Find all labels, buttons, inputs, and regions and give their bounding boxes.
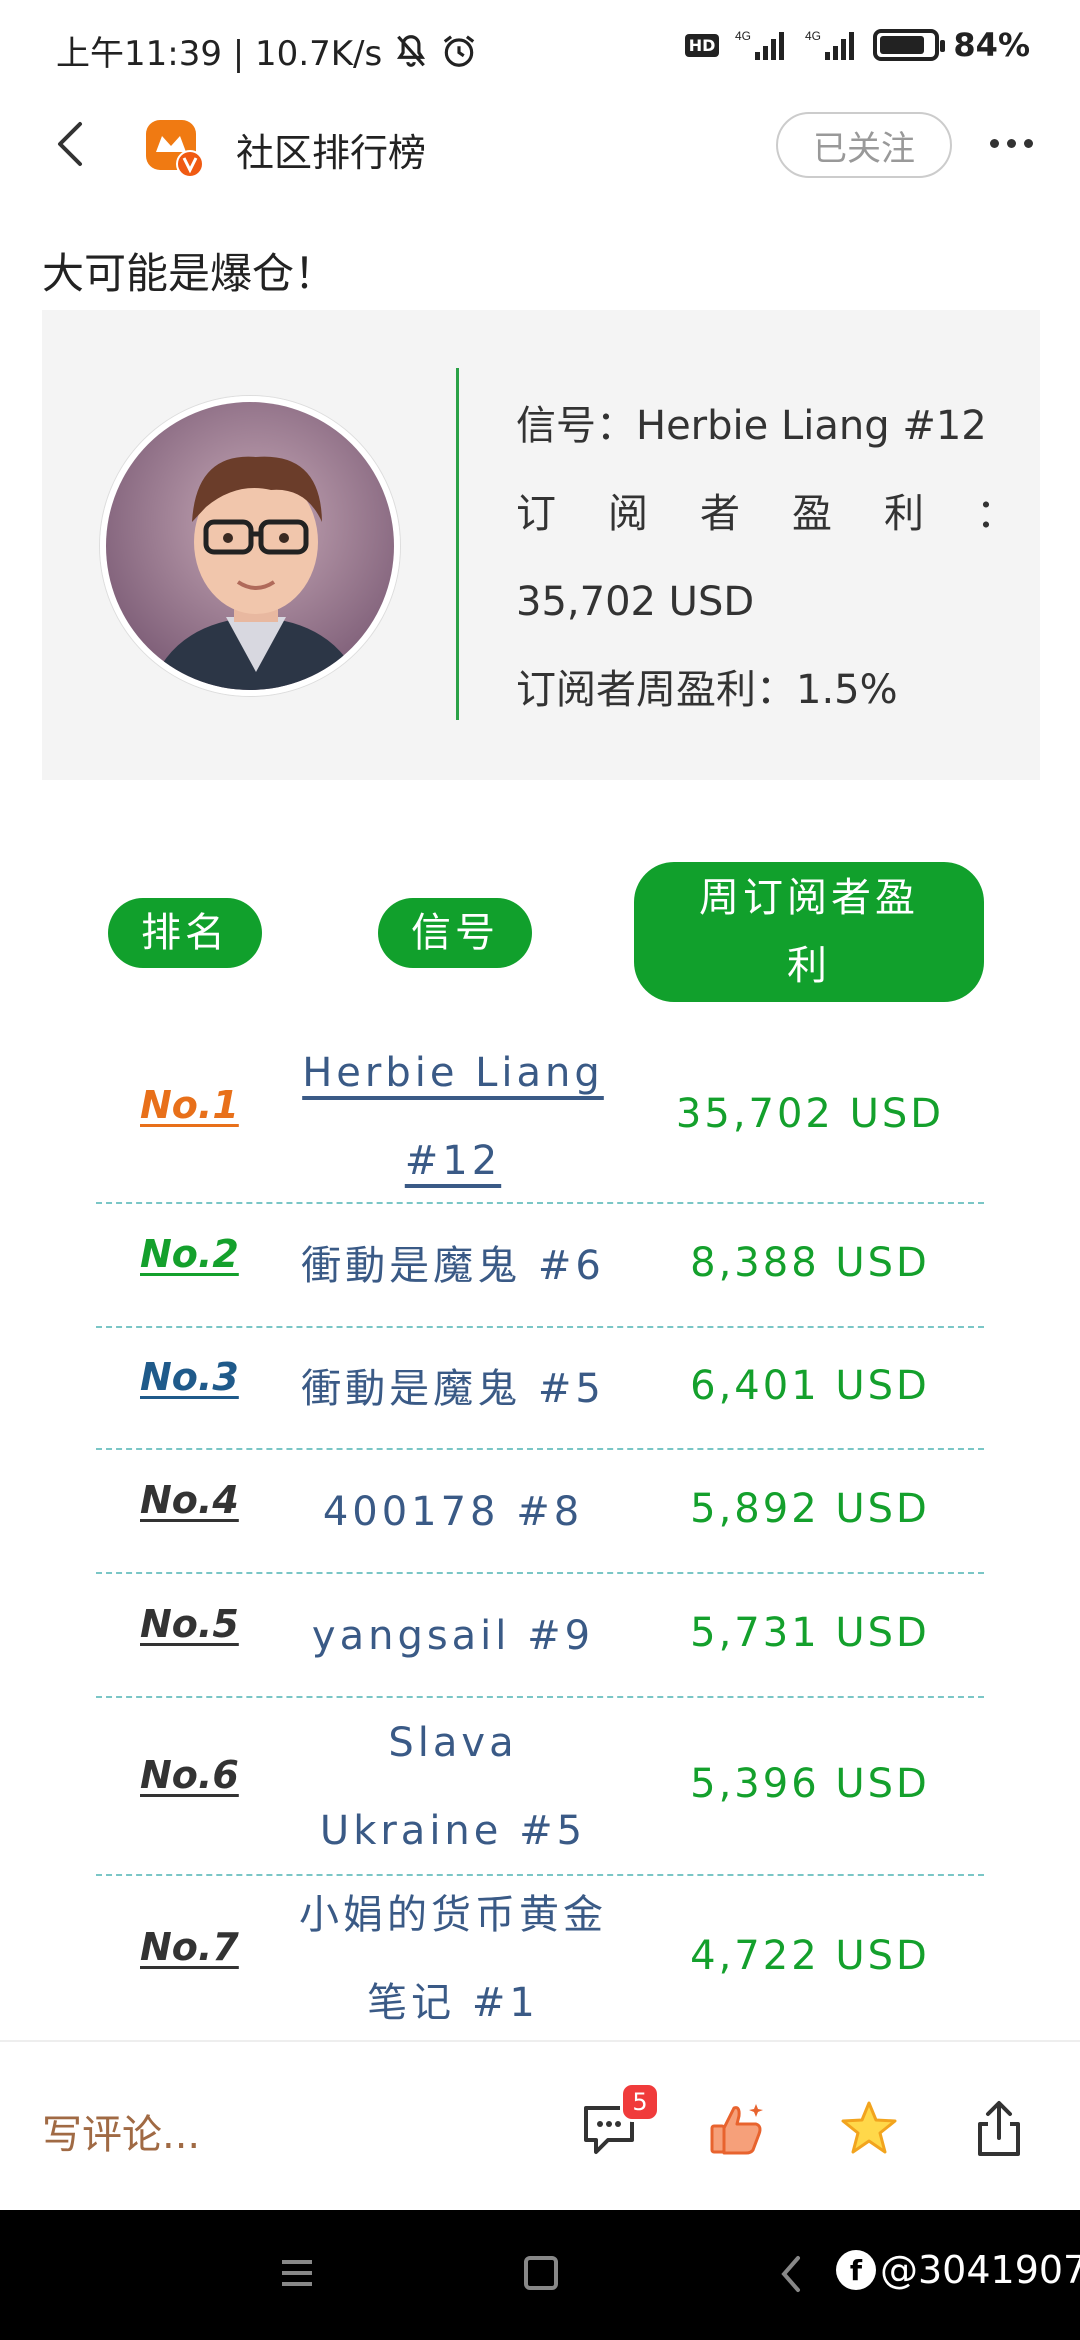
table-row[interactable]: No.7 小娟的货币黄金 笔记 #1 4,722 USD [96,1876,984,2042]
article-heading: 大可能是爆仓！ [42,249,337,298]
table-row[interactable]: No.6 Slava Ukraine #5 5,396 USD [96,1698,984,1876]
rank-label: No.6 [140,1753,239,1797]
header-weekly-profit-line1: 周订阅者盈 [699,875,919,921]
label-char: ： [976,491,1016,537]
svg-text:4G: 4G [735,29,751,43]
battery-percent: 84% [953,26,1030,64]
subscriber-profit-value: 35,702 USD [516,579,755,625]
signal-name-line: Herbie Liang [302,1050,604,1096]
weekly-profit-value: 8,388 USD [690,1240,930,1286]
alarm-icon [444,34,475,67]
signal-name-line: 小娟的货币黄金 [299,1892,607,1938]
subscriber-profit-label: 订 阅 者 盈 利 ： [516,470,1016,558]
weekly-profit-value: 5,396 USD [690,1761,930,1807]
weekly-profit-value: 35,702 USD [675,1091,945,1137]
signal-name-line: 笔记 #1 [367,1980,539,2026]
signal-name: Slava Ukraine #5 [286,1699,620,1875]
label-char: 盈 [792,491,832,537]
header-rank: 排名 [108,898,262,968]
header-weekly-profit: 周订阅者盈 利 [634,862,984,1002]
status-left: 上午11:39 | 10.7K/s [56,26,478,75]
signal-name: yangsail #9 [286,1592,620,1680]
status-time-speed: 上午11:39 | 10.7K/s [56,34,383,74]
mute-bell-icon [397,34,426,67]
follow-button[interactable]: 已关注 [776,112,952,178]
rank-label: No.2 [140,1232,239,1276]
home-icon[interactable] [524,2256,558,2290]
hd-badge: HD [684,33,720,57]
more-dot-icon [1006,138,1016,148]
like-icon[interactable] [706,2098,768,2160]
signal-card: 信号：Herbie Liang #12 订 阅 者 盈 利 ： 35,702 USD 订阅… [42,310,1040,780]
signal-name-line: 400178 #8 [322,1489,584,1535]
table-row[interactable]: No.3 衝動是魔鬼 #5 6,401 USD [96,1328,984,1450]
battery-icon [873,29,946,61]
signal-name: 小娟的货币黄金 笔记 #1 [286,1871,620,2047]
card-info: 信号：Herbie Liang #12 订 阅 者 盈 利 ： 35,702 USD 订阅… [516,382,1016,734]
rank-label: No.5 [140,1602,239,1646]
star-icon[interactable] [838,2098,900,2160]
weekly-profit-value: 5,892 USD [690,1486,930,1532]
recent-apps-icon[interactable] [280,2258,314,2288]
system-nav-bar: f @3041907 [0,2210,1080,2340]
rank-label: No.7 [140,1925,239,1969]
signal-name[interactable]: Herbie Liang #12 [286,1029,620,1205]
rank-label: No.1 [140,1083,239,1127]
back-arrow-icon[interactable] [44,116,100,172]
app-header: 社区排行榜 已关注 [0,96,1080,192]
signal-name-line: 衝動是魔鬼 #6 [301,1243,605,1289]
label-char: 订 [516,491,556,537]
signal-name-line: 衝動是魔鬼 #5 [301,1366,605,1412]
weekly-profit-value: 6,401 USD [690,1363,930,1409]
avatar [100,396,400,696]
label-char: 者 [700,491,740,537]
label-char: 阅 [608,491,648,537]
platform-logo-icon: f [836,2250,876,2290]
table-row[interactable]: No.5 yangsail #9 5,731 USD [96,1574,984,1698]
svg-text:4G: 4G [805,29,821,43]
signal-name-line: yangsail #9 [311,1613,595,1659]
share-icon[interactable] [968,2098,1030,2160]
weekly-profit-line: 订阅者周盈利：1.5% [516,667,898,713]
signal-icon-1: 4G [735,29,785,60]
header-signal: 信号 [378,898,532,968]
community-logo-icon[interactable] [144,118,206,180]
status-bar: 上午11:39 | 10.7K/s HD 4G 4G 84% [0,0,1080,96]
header-weekly-profit-line2: 利 [787,943,831,989]
watermark: f @3041907 [836,2248,1080,2292]
weekly-profit-value: 5,731 USD [690,1610,930,1656]
watermark-text: @3041907 [880,2248,1080,2292]
signal-name: 衝動是魔鬼 #6 [286,1222,620,1310]
comment-input[interactable]: 写评论... [42,2102,200,2160]
table-row[interactable]: No.1 Herbie Liang #12 35,702 USD [96,1030,984,1204]
more-options-button[interactable] [976,118,1046,168]
more-dot-icon [1023,138,1033,148]
status-right: HD 4G 4G 84% [684,26,1030,64]
more-dot-icon [989,138,999,148]
nav-back-icon[interactable] [776,2254,806,2294]
signal-icon-2: 4G [805,29,855,60]
signal-name-line: Ukraine #5 [319,1808,587,1854]
avatar-illustration [106,402,394,690]
table-row[interactable]: No.2 衝動是魔鬼 #6 8,388 USD [96,1204,984,1328]
signal-line: 信号：Herbie Liang #12 [516,403,987,449]
page-title: 社区排行榜 [236,131,427,175]
card-divider [456,368,459,720]
signal-name: 400178 #8 [286,1468,620,1556]
signal-name: 衝動是魔鬼 #5 [286,1345,620,1433]
table-row[interactable]: No.4 400178 #8 5,892 USD [96,1450,984,1574]
signal-name-line: Slava [388,1720,518,1766]
rank-label: No.4 [140,1478,239,1522]
bottom-action-bar: 写评论... 5 [0,2040,1080,2210]
label-char: 利 [884,491,924,537]
weekly-profit-value: 4,722 USD [690,1933,930,1979]
comment-count-badge: 5 [620,2082,660,2122]
signal-name-line: #12 [404,1138,502,1184]
rank-label: No.3 [140,1355,239,1399]
